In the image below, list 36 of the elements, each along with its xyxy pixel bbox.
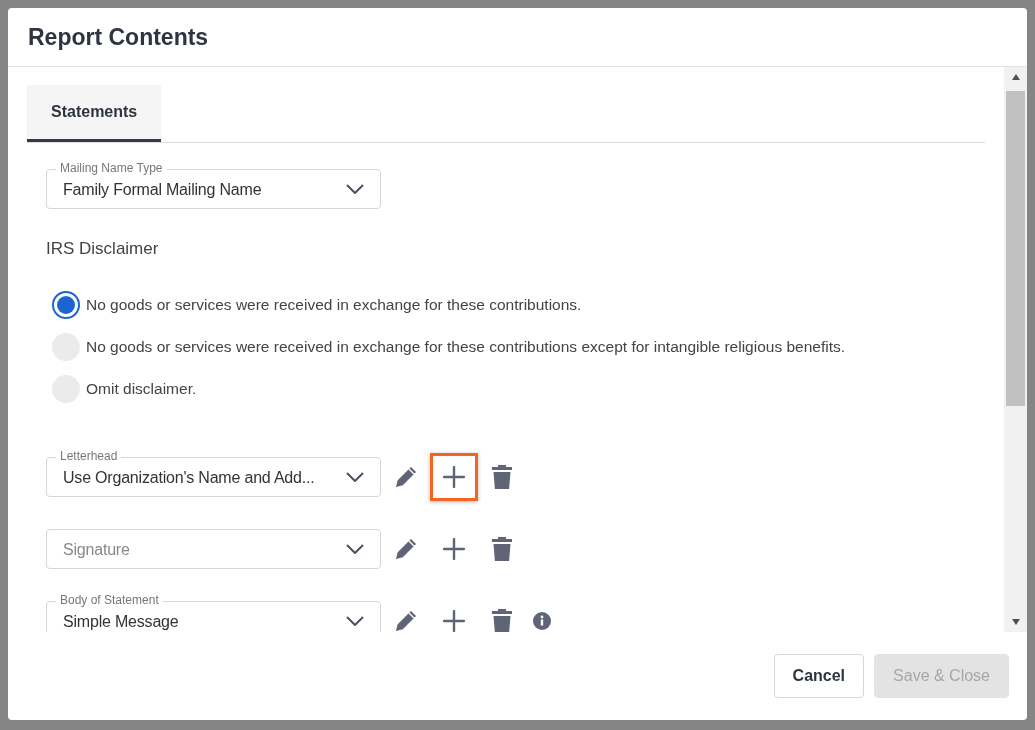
tab[interactable]: Statements: [27, 85, 162, 142]
select-field[interactable]: Letterhead Use Organization's Name and Add...: [46, 449, 381, 497]
trash-icon: [491, 608, 513, 632]
pencil-icon: [393, 464, 419, 490]
dialog-title: Report Contents: [28, 23, 209, 51]
select-field[interactable]: Signature: [46, 521, 381, 569]
pencil-icon: [393, 536, 419, 562]
field-label: Mailing Name Type: [56, 161, 167, 175]
plus-icon: [443, 466, 465, 488]
radio-label: Omit disclaimer.: [86, 380, 197, 398]
field-value: Family Formal Mailing Name: [63, 180, 263, 199]
chevron-down-icon: [346, 544, 364, 554]
field-value: Use Organization's Name and Add...: [63, 468, 316, 487]
trash-icon: [491, 464, 513, 490]
field-placeholder: Signature: [63, 540, 131, 559]
section-label: IRS Disclaimer: [46, 239, 160, 259]
field-label: Body of Statement: [56, 593, 163, 607]
chevron-down-icon: [346, 472, 364, 482]
radio-label: No goods or services were received in exchange for these contributions except for intangible religious benefits.: [86, 338, 846, 356]
chevron-down-icon: [346, 184, 364, 194]
plus-icon: [443, 538, 465, 560]
info-icon: [533, 612, 551, 630]
scroll-down-icon: [1010, 618, 1021, 626]
scrollbar[interactable]: [1004, 67, 1027, 632]
dialog-button[interactable]: Cancel: [773, 654, 865, 698]
trash-icon: [491, 536, 513, 562]
radio-button[interactable]: [52, 291, 80, 319]
radio-label: No goods or services were received in exchange for these contributions.: [86, 296, 582, 314]
plus-icon: [443, 610, 465, 632]
add-button[interactable]: [430, 453, 478, 501]
field-label: Letterhead: [56, 449, 122, 463]
scroll-up-icon: [1010, 73, 1021, 81]
field-value: Simple Message: [63, 612, 180, 631]
select-field[interactable]: Mailing Name Type Family Formal Mailing Name: [46, 161, 381, 209]
chevron-down-icon: [346, 616, 364, 626]
pencil-icon: [393, 608, 419, 632]
